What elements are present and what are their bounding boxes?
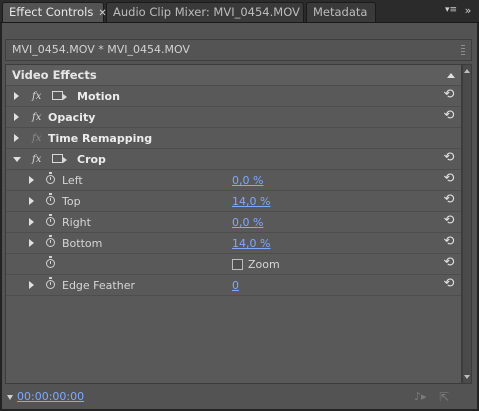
reset-icon[interactable]: ⟲ xyxy=(442,193,456,207)
param-name: Right xyxy=(62,216,91,229)
effect-name: Crop xyxy=(77,153,106,166)
param-value[interactable]: 0,0 % xyxy=(232,212,263,233)
collapse-up-icon[interactable] xyxy=(447,73,455,78)
reset-icon[interactable]: ⟲ xyxy=(442,214,456,228)
vertical-scrollbar[interactable] xyxy=(462,64,472,384)
effect-row-crop[interactable]: fx Crop ⟲ xyxy=(6,149,461,170)
expand-triangle-icon[interactable] xyxy=(29,176,34,184)
tab-effect-controls[interactable]: Effect Controls ✕ xyxy=(2,2,107,22)
effect-row-time-remapping[interactable]: fx Time Remapping xyxy=(6,128,461,149)
param-row-top: Top 14,0 % ⟲ xyxy=(6,191,461,212)
param-name: Edge Feather xyxy=(62,279,135,292)
checkbox-label: Zoom xyxy=(248,258,280,271)
stopwatch-icon[interactable] xyxy=(46,256,55,268)
transform-mask-icon xyxy=(52,154,67,163)
panel-footer: 00:00:00:00 ♪▸ ⇱ xyxy=(2,386,477,409)
expand-triangle-icon[interactable] xyxy=(14,92,19,100)
export-icon[interactable]: ⇱ xyxy=(439,390,449,404)
section-header-label: Video Effects xyxy=(12,68,97,82)
reset-icon[interactable]: ⟲ xyxy=(442,151,456,165)
scroll-down-icon[interactable] xyxy=(464,375,470,379)
stopwatch-icon[interactable] xyxy=(46,193,55,205)
param-name: Top xyxy=(62,195,81,208)
param-row-left: Left 0,0 % ⟲ xyxy=(6,170,461,191)
effect-name: Time Remapping xyxy=(48,132,153,145)
param-row-right: Right 0,0 % ⟲ xyxy=(6,212,461,233)
clip-label: MVI_0454.MOV * MVI_0454.MOV xyxy=(12,43,190,56)
fx-toggle-icon[interactable]: fx xyxy=(32,107,41,128)
param-name: Left xyxy=(62,174,83,187)
collapse-triangle-icon[interactable] xyxy=(13,157,21,162)
stopwatch-icon[interactable] xyxy=(46,235,55,247)
param-row-edge-feather: Edge Feather 0 ⟲ xyxy=(6,275,461,296)
effect-controls-window: Effect Controls ✕ Audio Clip Mixer: MVI_0… xyxy=(0,0,479,411)
expand-triangle-icon[interactable] xyxy=(29,239,34,247)
tab-label: Effect Controls xyxy=(9,5,94,19)
play-audio-icon[interactable]: ♪▸ xyxy=(414,390,427,403)
tab-metadata[interactable]: Metadata xyxy=(306,2,376,22)
reset-icon[interactable]: ⟲ xyxy=(442,109,456,123)
stopwatch-icon[interactable] xyxy=(46,172,55,184)
stopwatch-icon[interactable] xyxy=(46,214,55,226)
reset-icon[interactable]: ⟲ xyxy=(442,277,456,291)
param-value[interactable]: 0,0 % xyxy=(232,170,263,191)
effect-name: Motion xyxy=(77,90,120,103)
panel-menu-icon[interactable]: ▾≡ xyxy=(441,3,461,19)
tab-label: Metadata xyxy=(313,5,368,19)
effect-row-opacity[interactable]: fx Opacity ⟲ xyxy=(6,107,461,128)
param-row-zoom: Zoom ⟲ xyxy=(6,254,461,275)
param-value[interactable]: 14,0 % xyxy=(232,233,270,254)
expand-triangle-icon[interactable] xyxy=(29,197,34,205)
param-value[interactable]: 0 xyxy=(232,275,239,296)
tab-audio-clip-mixer[interactable]: Audio Clip Mixer: MVI_0454.MOV xyxy=(106,2,304,22)
effect-controls-panel: MVI_0454.MOV * MVI_0454.MOV Video Effect… xyxy=(2,23,477,409)
expand-triangle-icon[interactable] xyxy=(14,134,19,142)
effects-list: Video Effects fx Motion ⟲ fx Opacity ⟲ f… xyxy=(5,64,462,384)
timecode-display[interactable]: 00:00:00:00 xyxy=(17,390,84,403)
expand-triangle-icon[interactable] xyxy=(29,218,34,226)
transform-mask-icon xyxy=(52,91,67,100)
stopwatch-icon[interactable] xyxy=(46,277,55,289)
effect-row-motion[interactable]: fx Motion ⟲ xyxy=(6,86,461,107)
reset-icon[interactable]: ⟲ xyxy=(442,172,456,186)
timecode-menu-icon[interactable] xyxy=(7,395,13,400)
reset-icon[interactable]: ⟲ xyxy=(442,88,456,102)
reset-icon[interactable]: ⟲ xyxy=(442,235,456,249)
clip-name-bar: MVI_0454.MOV * MVI_0454.MOV xyxy=(5,39,472,61)
scroll-up-icon[interactable] xyxy=(464,69,470,73)
effect-name: Opacity xyxy=(48,111,96,124)
fx-toggle-icon[interactable]: fx xyxy=(32,86,41,107)
expand-triangle-icon[interactable] xyxy=(14,113,19,121)
tab-overflow-icon[interactable]: » xyxy=(461,3,475,19)
expand-triangle-icon[interactable] xyxy=(29,281,34,289)
param-row-bottom: Bottom 14,0 % ⟲ xyxy=(6,233,461,254)
panel-tab-bar: Effect Controls ✕ Audio Clip Mixer: MVI_0… xyxy=(0,0,479,23)
fx-toggle-icon[interactable]: fx xyxy=(32,149,41,170)
video-effects-header[interactable]: Video Effects xyxy=(6,65,461,86)
grip-handle-icon[interactable] xyxy=(461,45,465,56)
reset-icon[interactable]: ⟲ xyxy=(442,256,456,270)
param-value[interactable]: 14,0 % xyxy=(232,191,270,212)
zoom-checkbox[interactable] xyxy=(232,259,243,270)
fx-toggle-icon: fx xyxy=(32,133,42,144)
tab-label: Audio Clip Mixer: MVI_0454.MOV xyxy=(113,5,300,19)
param-name: Bottom xyxy=(62,237,103,250)
